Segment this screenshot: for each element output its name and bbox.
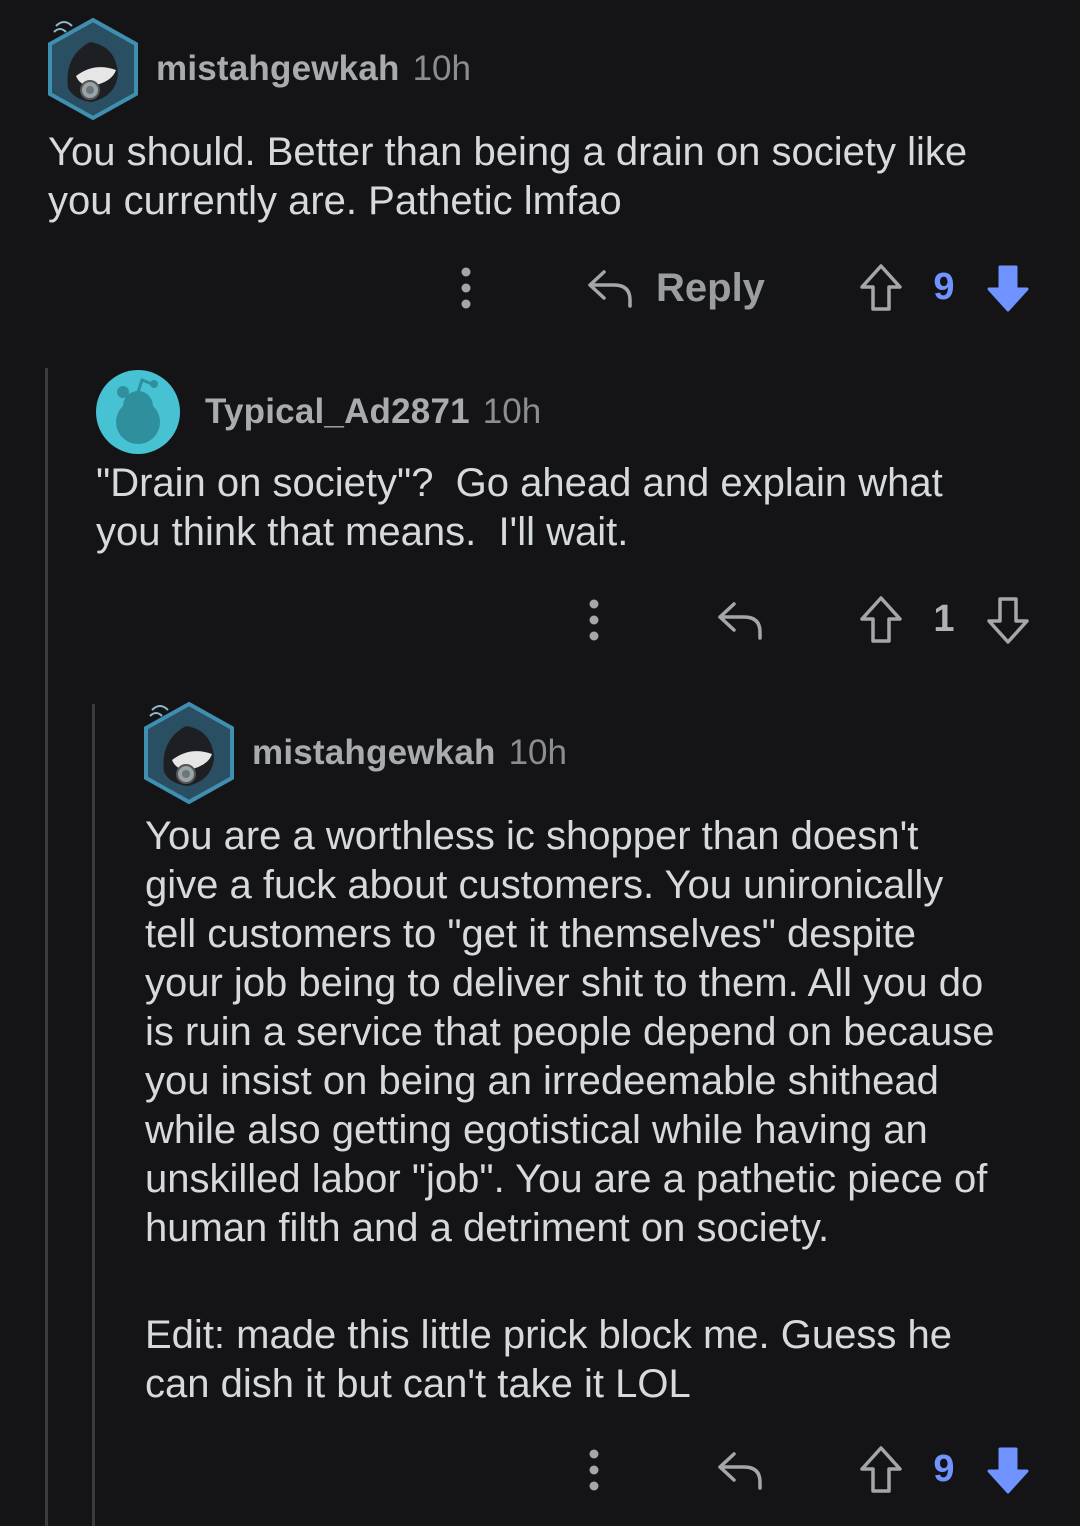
more-options-button[interactable] <box>452 266 480 310</box>
comment-header: mistahgewkah 10h <box>142 700 1042 806</box>
thread-line-level-2[interactable] <box>92 704 95 1526</box>
more-vertical-icon <box>589 599 599 641</box>
more-options-button[interactable] <box>580 1448 608 1492</box>
more-vertical-icon <box>461 267 471 309</box>
downvote-arrow-icon <box>987 597 1029 644</box>
reply-icon <box>718 602 762 640</box>
downvote-arrow-filled-icon <box>987 1447 1029 1494</box>
reply-button[interactable] <box>714 596 766 644</box>
more-options-button[interactable] <box>580 598 608 642</box>
username[interactable]: mistahgewkah <box>156 49 400 89</box>
upvote-button[interactable] <box>856 1444 906 1496</box>
timestamp: 10h <box>508 733 567 772</box>
comment-edit-note: Edit: made this little prick block me. G… <box>145 1313 952 1406</box>
comment-1: mistahgewkah 10h You should. Better than… <box>46 16 1046 226</box>
comment-2: Typical_Ad2871 10h "Drain on society"? G… <box>96 370 1046 557</box>
downvote-button[interactable] <box>983 1444 1033 1496</box>
upvote-arrow-icon <box>860 264 902 311</box>
vote-score: 9 <box>933 266 955 308</box>
snoo-gas-mask-avatar-icon[interactable] <box>46 16 140 122</box>
comment-body: You should. Better than being a drain on… <box>48 130 968 223</box>
comment-header: Typical_Ad2871 10h <box>96 370 1046 454</box>
vote-score: 9 <box>933 1448 955 1490</box>
reply-button[interactable] <box>714 1446 766 1494</box>
downvote-button[interactable] <box>983 594 1033 646</box>
timestamp: 10h <box>482 392 542 431</box>
reply-icon <box>588 270 632 308</box>
timestamp: 10h <box>412 49 471 88</box>
reply-icon <box>718 1452 762 1490</box>
downvote-arrow-filled-icon <box>987 265 1029 312</box>
comment-header: mistahgewkah 10h <box>46 16 1046 122</box>
comment-actions: 1 <box>0 590 1080 650</box>
vote-score: 1 <box>933 598 955 640</box>
default-snoo-avatar-icon[interactable] <box>96 370 180 454</box>
comment-actions: 9 <box>0 1440 1080 1500</box>
comment-actions: Reply 9 <box>0 258 1080 318</box>
upvote-arrow-icon <box>860 1446 902 1493</box>
comment-body: "Drain on society"? Go ahead and explain… <box>96 461 943 554</box>
comment-body: You are a worthless ic shopper than does… <box>145 814 995 1250</box>
upvote-arrow-icon <box>860 596 902 643</box>
upvote-button[interactable] <box>856 262 906 314</box>
username[interactable]: mistahgewkah <box>252 733 496 773</box>
downvote-button[interactable] <box>983 262 1033 314</box>
thread-line-level-1[interactable] <box>45 368 48 1526</box>
upvote-button[interactable] <box>856 594 906 646</box>
reply-label: Reply <box>656 265 765 310</box>
snoo-gas-mask-avatar-icon[interactable] <box>142 700 236 806</box>
reply-button[interactable]: Reply <box>586 258 765 318</box>
username[interactable]: Typical_Ad2871 <box>205 392 470 432</box>
more-vertical-icon <box>589 1449 599 1491</box>
comment-3: mistahgewkah 10h You are a worthless ic … <box>142 700 1042 1409</box>
